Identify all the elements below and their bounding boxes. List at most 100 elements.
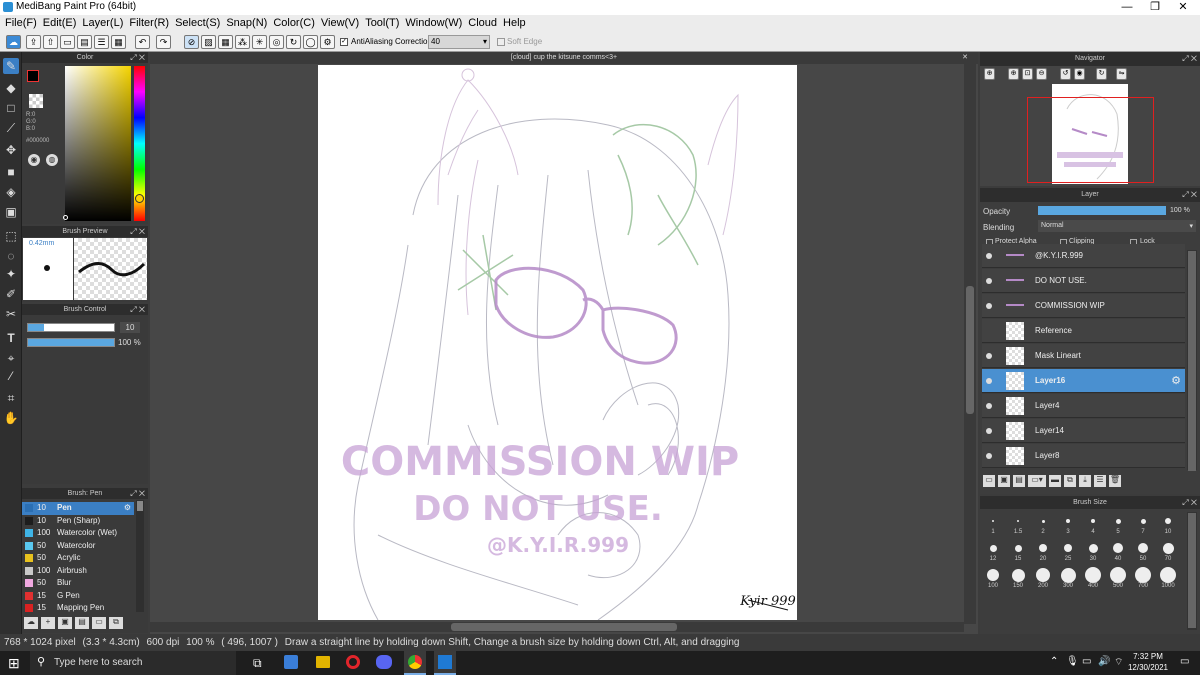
- navigator-viewport-frame[interactable]: [1027, 97, 1154, 183]
- brush-size-preset[interactable]: 200: [1031, 567, 1055, 589]
- bucket-tool-icon[interactable]: ◈: [3, 184, 19, 200]
- brush-size-preset[interactable]: 1.5: [1006, 513, 1030, 535]
- brush-size-preset[interactable]: 10: [1156, 513, 1180, 535]
- rotate-right-icon[interactable]: ↻: [1096, 68, 1107, 80]
- cloud-icon[interactable]: ☁: [6, 35, 21, 49]
- close-icon[interactable]: ⤢ ✕: [1182, 52, 1197, 66]
- brush-size-preset[interactable]: 25: [1056, 540, 1080, 562]
- menu-item-3[interactable]: Filter(R): [129, 15, 175, 32]
- discord-icon[interactable]: [376, 655, 392, 669]
- menu-item-2[interactable]: Layer(L): [82, 15, 129, 32]
- layer-row[interactable]: Layer4: [982, 394, 1185, 418]
- menu-item-8[interactable]: Tool(T): [365, 15, 405, 32]
- brush-size-slider[interactable]: [27, 323, 115, 332]
- brush-size-preset[interactable]: 500: [1106, 567, 1130, 589]
- close-icon[interactable]: ⤢ ✕: [1182, 496, 1197, 509]
- menu-item-1[interactable]: Edit(E): [43, 15, 83, 32]
- add-layer-dropdown-icon[interactable]: ▭▾: [1028, 475, 1046, 487]
- layer-row[interactable]: Layer8: [982, 444, 1185, 468]
- gear-icon[interactable]: ⚙: [1171, 369, 1181, 393]
- brush-item[interactable]: 10 Pen (Sharp): [22, 515, 134, 528]
- layer-row[interactable]: Layer14: [982, 419, 1185, 443]
- brush-tool-icon[interactable]: ✎: [3, 58, 19, 74]
- redo-button[interactable]: ↷: [156, 35, 171, 49]
- visibility-icon[interactable]: [986, 303, 992, 309]
- visibility-icon[interactable]: [986, 428, 992, 434]
- divide-tool-icon[interactable]: ⌖: [3, 350, 19, 366]
- menu-item-0[interactable]: File(F): [5, 15, 43, 32]
- brush-size-preset[interactable]: 2: [1031, 513, 1055, 535]
- duplicate-brush-icon[interactable]: ⧉: [109, 617, 123, 629]
- close-icon[interactable]: ⤢ ✕: [130, 304, 145, 315]
- taskbar-search[interactable]: ⚲ Type here to search: [30, 651, 236, 675]
- brush-size-preset[interactable]: 50: [1131, 540, 1155, 562]
- brush-item[interactable]: 50 Blur: [22, 577, 134, 590]
- hand-tool-icon[interactable]: ✋: [3, 410, 19, 426]
- brush-size-preset[interactable]: 7: [1131, 513, 1155, 535]
- close-icon[interactable]: ⤢ ✕: [130, 226, 145, 237]
- close-icon[interactable]: ⤢ ✕: [130, 488, 145, 499]
- flip-icon[interactable]: ⇋: [1116, 68, 1127, 80]
- new-brush-icon[interactable]: ▣: [58, 617, 72, 629]
- upload-icon[interactable]: ⇪: [26, 35, 41, 49]
- zoom-in-icon[interactable]: ⊕: [984, 68, 995, 80]
- medibang-taskbar-button[interactable]: [434, 651, 456, 675]
- menu-item-7[interactable]: View(V): [321, 15, 365, 32]
- brush-item[interactable]: 15 G Pen: [22, 590, 134, 603]
- folder-icon[interactable]: ▬: [1049, 475, 1061, 487]
- saturation-value-picker[interactable]: [65, 66, 131, 221]
- minimize-button[interactable]: —: [1113, 0, 1141, 15]
- antialiasing-checkbox[interactable]: ✓: [340, 38, 348, 46]
- layer-row[interactable]: Mask Lineart: [982, 344, 1185, 368]
- brush-item[interactable]: 50 Watercolor: [22, 540, 134, 553]
- comment-icon[interactable]: ▭: [60, 35, 75, 49]
- brush-size-preset[interactable]: 300: [1056, 567, 1080, 589]
- select-pen-icon[interactable]: ✐: [3, 286, 19, 302]
- brush-size-preset[interactable]: 12: [981, 540, 1005, 562]
- hue-slider-handle[interactable]: [135, 194, 144, 203]
- brush-item[interactable]: 10 Pen ⚙: [22, 502, 134, 515]
- soft-edge-checkbox[interactable]: [497, 38, 505, 46]
- close-icon[interactable]: ✕: [962, 52, 968, 64]
- layer-row[interactable]: Reference: [982, 319, 1185, 343]
- notification-icon[interactable]: ▭: [1180, 656, 1189, 667]
- brush-item[interactable]: 100 Watercolor (Wet): [22, 527, 134, 540]
- visibility-icon[interactable]: [986, 278, 992, 284]
- folder-icon[interactable]: ▭: [92, 617, 106, 629]
- brush-size-preset[interactable]: 150: [1006, 567, 1030, 589]
- layer-opacity-slider[interactable]: [1038, 206, 1166, 215]
- circle-snap-icon[interactable]: ◎: [269, 35, 284, 49]
- reset-rotation-icon[interactable]: ◉: [1074, 68, 1085, 80]
- brush-size-preset[interactable]: 15: [1006, 540, 1030, 562]
- visibility-icon[interactable]: [986, 253, 992, 259]
- windows-start-icon[interactable]: ⊞: [8, 655, 20, 672]
- brush-size-preset[interactable]: 5: [1106, 513, 1130, 535]
- vanishing-point-icon[interactable]: ⁂: [235, 35, 250, 49]
- brush-item[interactable]: 15 Mapping Pen: [22, 602, 134, 615]
- dot-tool-icon[interactable]: □: [3, 100, 19, 116]
- brush-item[interactable]: 100 Airbrush: [22, 565, 134, 578]
- menu-item-4[interactable]: Select(S): [175, 15, 226, 32]
- snap-off-icon[interactable]: ⊘: [184, 35, 199, 49]
- menu-item-11[interactable]: Help: [503, 15, 532, 32]
- cloud-brush-icon[interactable]: ☁: [24, 617, 38, 629]
- eraser-tool-icon[interactable]: ◆: [3, 80, 19, 96]
- brush-size-preset[interactable]: 4: [1081, 513, 1105, 535]
- move-tool-icon[interactable]: ✥: [3, 142, 19, 158]
- close-icon[interactable]: ⤢ ✕: [130, 52, 145, 63]
- magic-wand-icon[interactable]: ✦: [3, 266, 19, 282]
- brush-size-preset[interactable]: 70: [1156, 540, 1180, 562]
- opera-icon[interactable]: [346, 655, 360, 669]
- brush-size-preset[interactable]: 100: [981, 567, 1005, 589]
- store-icon[interactable]: [284, 655, 298, 669]
- text-tool-icon[interactable]: T: [3, 330, 19, 346]
- blending-select[interactable]: Normal ▾: [1038, 220, 1196, 232]
- select-tool-icon[interactable]: ⬚: [3, 228, 19, 244]
- main-color-swatch[interactable]: [27, 70, 39, 82]
- menu-item-10[interactable]: Cloud: [468, 15, 503, 32]
- zoom-out-icon[interactable]: ⊖: [1036, 68, 1047, 80]
- ellipse-snap-icon[interactable]: ◯: [303, 35, 318, 49]
- grid-view-icon[interactable]: ▦: [111, 35, 126, 49]
- brush-size-value[interactable]: 10: [120, 322, 140, 333]
- visibility-icon[interactable]: [986, 353, 992, 359]
